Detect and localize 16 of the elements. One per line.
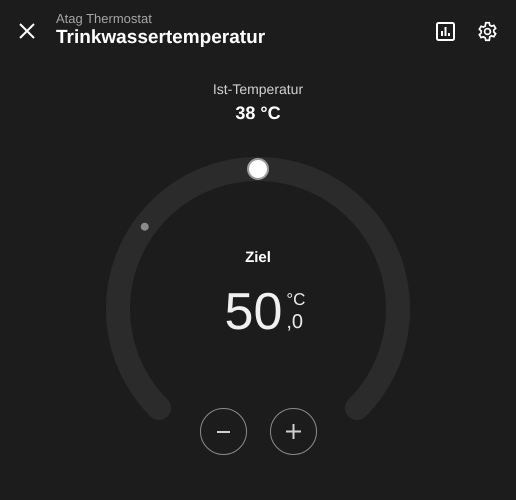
- target-label: Ziel: [245, 248, 271, 268]
- current-temperature-marker: [140, 222, 149, 231]
- minus-icon: [217, 430, 230, 432]
- decimal-value: ,0: [286, 312, 304, 332]
- plus-icon: [286, 424, 301, 439]
- settings-icon: [476, 20, 498, 42]
- increase-button[interactable]: [270, 408, 317, 455]
- current-temperature: 38 °C: [235, 102, 281, 125]
- dialog-title: Trinkwassertemperatur: [56, 26, 266, 50]
- current-temperature-label: Ist-Temperatur: [212, 80, 304, 99]
- bar-chart-icon: [436, 22, 454, 40]
- unit-label: °C: [286, 291, 306, 308]
- decrease-button[interactable]: [200, 408, 247, 455]
- device-name: Atag Thermostat: [56, 12, 153, 27]
- close-icon: [19, 23, 35, 39]
- target-value: 50: [224, 286, 282, 338]
